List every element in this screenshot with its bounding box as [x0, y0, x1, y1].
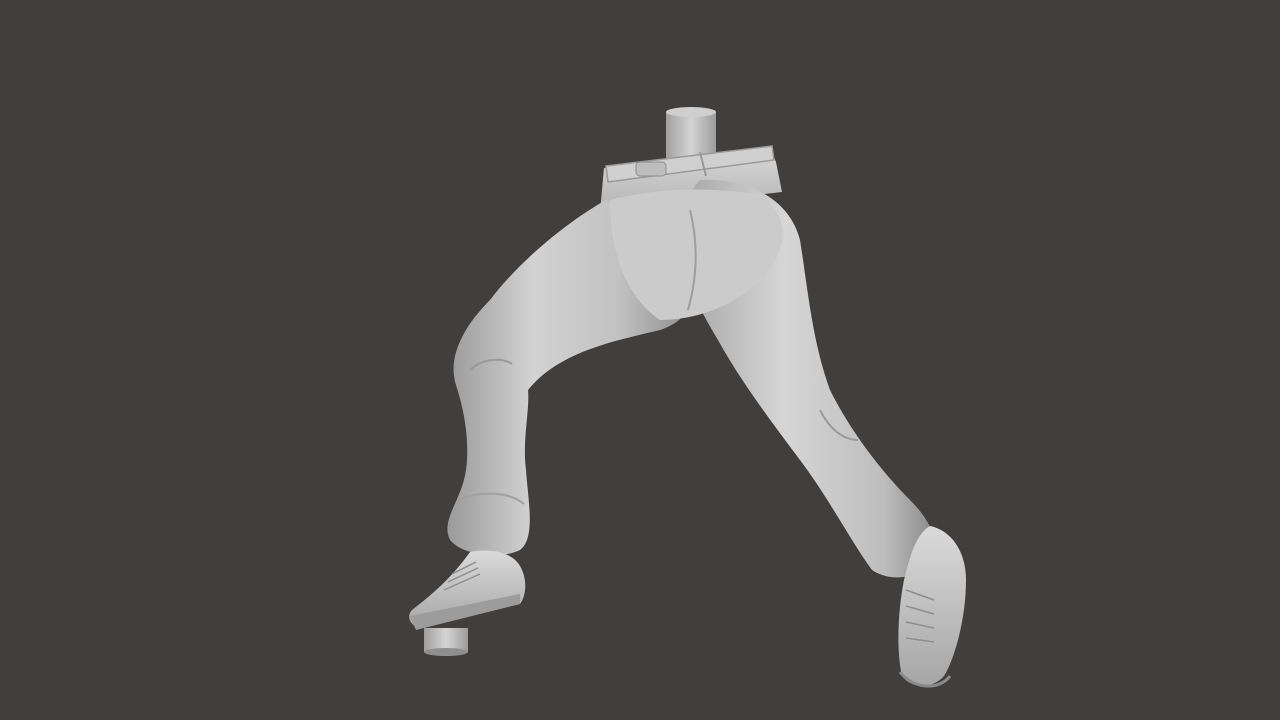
model-render — [409, 107, 966, 688]
left-shoe — [409, 550, 526, 630]
3d-viewport[interactable] — [0, 0, 1280, 720]
top-peg — [666, 107, 716, 158]
bottom-peg — [424, 628, 468, 656]
